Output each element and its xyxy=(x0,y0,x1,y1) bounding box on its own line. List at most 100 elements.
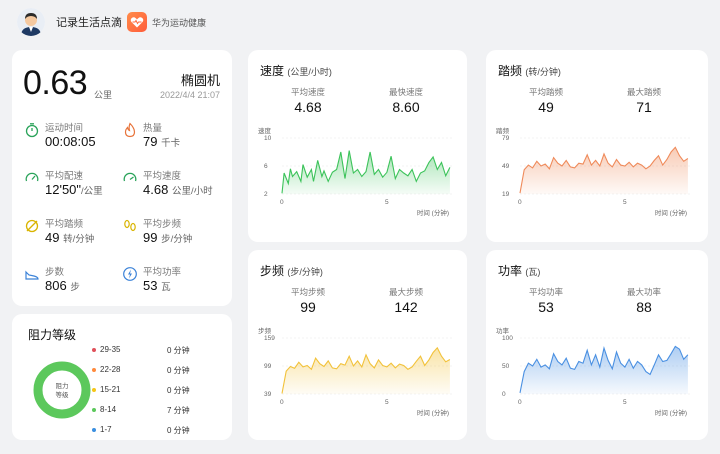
resistance-row: 15-21 0 分钟 xyxy=(92,384,212,398)
y-axis-title: 功率 xyxy=(496,326,510,335)
distance-unit: 公里 xyxy=(94,90,113,100)
footprints-icon xyxy=(124,219,136,232)
legend-dot xyxy=(92,368,96,372)
y-tick-label: 49 xyxy=(502,163,510,170)
flame-icon xyxy=(124,122,136,138)
metric-avg-step-frequency: 平均步频 99 步/分钟 xyxy=(122,216,222,256)
x-axis-title: 时间 (分钟) xyxy=(655,408,687,417)
metric-value: 12'50"/公里 xyxy=(45,182,103,197)
y-tick-label: 50 xyxy=(502,363,510,370)
range-label: 29-35 xyxy=(100,345,121,354)
area-chart: 功率100 50 0 0 5 时间 (分钟) xyxy=(496,326,690,417)
metric-value: 00:08:05 xyxy=(45,134,96,149)
huawei-health-logo-icon xyxy=(127,12,147,32)
y-axis-title: 踏频 xyxy=(496,126,510,135)
x-tick-label: 0 xyxy=(280,199,284,206)
y-tick-label: 2 xyxy=(264,191,268,198)
area-chart: 速度10 6 2 0 5 时间 (分钟) xyxy=(258,126,452,217)
cadence-card[interactable]: 踏频 (转/分钟) 平均踏频 49 最大踏频 71 踏频 79 49 19 0 5 时间 (… xyxy=(486,50,708,242)
card-title-unit: (转/分钟) xyxy=(525,67,561,77)
y-axis-title: 步频 xyxy=(258,326,272,335)
legend-dot xyxy=(92,348,96,352)
card-title-text: 速度 xyxy=(260,64,285,78)
y-tick-label: 0 xyxy=(502,391,506,398)
stat-value: 4.68 xyxy=(294,99,322,115)
metric-value: 4.68 公里/小时 xyxy=(143,182,213,197)
summary-card: 0.63 公里 椭圆机 2022/4/4 21:07 运动时间 00:08:05… xyxy=(12,50,232,306)
x-tick-label: 0 xyxy=(518,399,522,406)
metric-value: 49 转/分钟 xyxy=(45,230,95,245)
x-tick-label: 5 xyxy=(623,399,627,406)
metric-value: 79 千卡 xyxy=(143,134,181,149)
stat-value: 142 xyxy=(394,299,418,315)
stat-label: 平均功率 xyxy=(528,287,563,297)
x-tick-label: 0 xyxy=(280,399,284,406)
stat-value: 8.60 xyxy=(392,99,420,115)
power-card[interactable]: 功率 (瓦) 平均功率 53 最大功率 88 功率 100 50 0 0 5 时间 (分钟) xyxy=(486,250,708,440)
duration-value: 7 分钟 xyxy=(167,406,190,415)
stat-value: 71 xyxy=(636,99,652,115)
range-label: 8-14 xyxy=(100,405,117,414)
metric-value: 806 步 xyxy=(45,278,80,293)
metric-avg-pace: 平均配速 12'50"/公里 xyxy=(24,168,124,208)
card-title: 速度 (公里/小时) xyxy=(260,62,332,79)
speed-card[interactable]: 速度 (公里/小时) 平均速度 4.68 最快速度 8.60 速度 10 6 2 0 5 时… xyxy=(248,50,467,242)
metric-label: 平均功率 xyxy=(143,267,182,278)
card-title: 踏频 (转/分钟) xyxy=(498,62,561,79)
step-frequency-card[interactable]: 步频 (步/分钟) 平均步频 99 最大步频 142 步频 159 99 39 0 5 时间… xyxy=(248,250,467,440)
metric-label: 平均步频 xyxy=(143,219,182,230)
y-tick-label: 10 xyxy=(264,135,272,142)
x-tick-label: 5 xyxy=(385,399,389,406)
stat-value: 49 xyxy=(538,99,554,115)
metric-label: 平均配速 xyxy=(45,171,84,182)
y-tick-label: 39 xyxy=(264,391,272,398)
metric-label: 步数 xyxy=(45,267,65,278)
stat-label: 最快速度 xyxy=(388,87,423,97)
series-area xyxy=(520,346,688,394)
legend-dot xyxy=(92,388,96,392)
duration-value: 0 分钟 xyxy=(167,386,190,395)
app-name: 华为运动健康 xyxy=(152,18,207,28)
workout-mode: 椭圆机 xyxy=(180,73,220,88)
area-chart: 踏频79 49 19 0 5 时间 (分钟) xyxy=(496,126,690,217)
y-tick-label: 99 xyxy=(264,363,272,370)
card-title-text: 功率 xyxy=(498,264,523,278)
stat-label: 平均速度 xyxy=(290,87,325,97)
duration-value: 0 分钟 xyxy=(167,346,190,355)
stat-value: 53 xyxy=(538,299,554,315)
donut-label-2: 等级 xyxy=(56,390,70,399)
x-axis-title: 时间 (分钟) xyxy=(655,208,687,217)
metric-label: 运动时间 xyxy=(45,123,84,134)
y-tick-label: 79 xyxy=(502,135,510,142)
y-tick-label: 100 xyxy=(502,335,513,342)
shoe-icon xyxy=(25,270,39,280)
area-chart: 步频159 99 39 0 5 时间 (分钟) xyxy=(258,326,452,417)
range-label: 15-21 xyxy=(100,385,121,394)
metric-label: 平均速度 xyxy=(143,171,182,182)
top-bar: 记录生活点滴 华为运动健康 xyxy=(0,0,720,44)
x-tick-label: 5 xyxy=(623,199,627,206)
resistance-row: 1-7 0 分钟 xyxy=(92,424,212,438)
stat-label: 平均踏频 xyxy=(528,87,563,97)
duration-value: 0 分钟 xyxy=(167,426,190,435)
avatar[interactable] xyxy=(17,8,45,36)
legend-dot xyxy=(92,408,96,412)
y-tick-label: 159 xyxy=(264,335,275,342)
card-title: 步频 (步/分钟) xyxy=(260,262,323,279)
range-label: 22-28 xyxy=(100,365,121,374)
stopwatch-icon xyxy=(25,123,39,138)
metric-calories: 热量 79 千卡 xyxy=(122,120,222,160)
stat-label: 最大步频 xyxy=(388,287,423,297)
speed-gauge-icon xyxy=(123,172,137,182)
card-title-text: 步频 xyxy=(260,264,285,278)
metric-duration: 运动时间 00:08:05 xyxy=(24,120,124,160)
y-tick-label: 6 xyxy=(264,163,268,170)
legend-dot xyxy=(92,428,96,432)
pace-gauge-icon xyxy=(25,172,39,182)
x-tick-label: 5 xyxy=(385,199,389,206)
resistance-row: 29-35 0 分钟 xyxy=(92,344,212,358)
y-axis-title: 速度 xyxy=(258,126,272,135)
x-axis-title: 时间 (分钟) xyxy=(417,408,449,417)
metric-value: 99 步/分钟 xyxy=(143,230,193,245)
card-title-unit: (步/分钟) xyxy=(287,267,323,277)
